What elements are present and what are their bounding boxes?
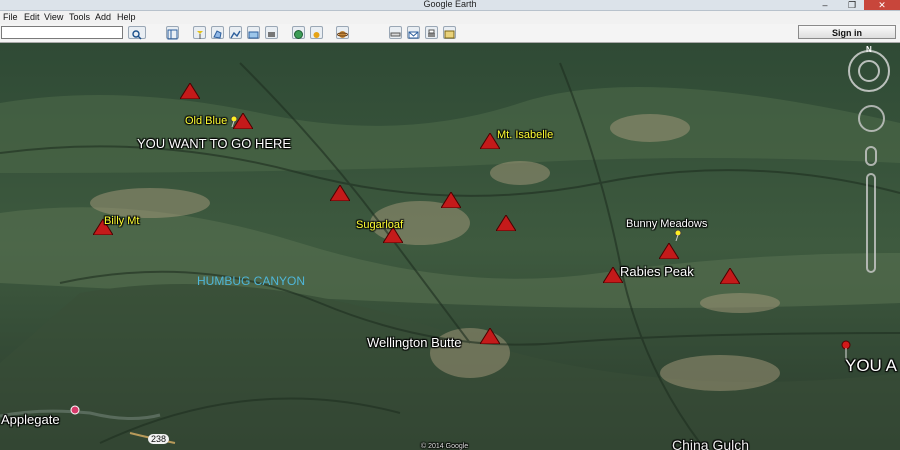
planet-icon[interactable] bbox=[336, 26, 349, 39]
menu-bar: File Edit View Tools Add Help bbox=[0, 11, 900, 24]
look-control[interactable] bbox=[858, 105, 885, 132]
placemark-icon[interactable] bbox=[193, 26, 206, 39]
historical-imagery-icon[interactable] bbox=[292, 26, 305, 39]
toolbar: Sign in bbox=[0, 24, 900, 43]
sidebar-toggle-icon[interactable] bbox=[166, 26, 179, 40]
label-mt-isabelle[interactable]: Mt. Isabelle bbox=[497, 129, 553, 141]
title-bar: Google Earth – ❐ ✕ bbox=[0, 0, 900, 11]
sunlight-icon[interactable] bbox=[310, 26, 323, 39]
print-icon[interactable] bbox=[425, 26, 438, 39]
path-icon[interactable] bbox=[229, 26, 242, 39]
label-humbug-canyon[interactable]: HUMBUG CANYON bbox=[197, 274, 305, 288]
label-bunny-meadows[interactable]: Bunny Meadows bbox=[626, 218, 707, 230]
street-view-pegman-icon[interactable] bbox=[865, 146, 877, 166]
zoom-slider[interactable] bbox=[866, 173, 876, 273]
menu-add[interactable]: Add bbox=[95, 11, 111, 24]
sign-in-button[interactable]: Sign in bbox=[798, 25, 896, 39]
menu-file[interactable]: File bbox=[3, 11, 18, 24]
maximize-button[interactable]: ❐ bbox=[839, 0, 865, 10]
close-button[interactable]: ✕ bbox=[864, 0, 900, 10]
label-billy-mt[interactable]: Billy Mt bbox=[104, 215, 139, 227]
record-tour-icon[interactable] bbox=[265, 26, 278, 39]
ruler-icon[interactable] bbox=[389, 26, 402, 39]
label-wellington-butte[interactable]: Wellington Butte bbox=[367, 335, 461, 350]
label-applegate[interactable]: Applegate bbox=[1, 412, 60, 427]
menu-edit[interactable]: Edit bbox=[24, 11, 40, 24]
save-image-icon[interactable] bbox=[443, 26, 456, 39]
menu-tools[interactable]: Tools bbox=[69, 11, 90, 24]
label-you-want-to-go-here[interactable]: YOU WANT TO GO HERE bbox=[137, 136, 291, 151]
polygon-icon[interactable] bbox=[211, 26, 224, 39]
image-overlay-icon[interactable] bbox=[247, 26, 260, 39]
label-rabies-peak[interactable]: Rabies Peak bbox=[620, 264, 694, 279]
terrain-imagery bbox=[0, 43, 900, 450]
email-icon[interactable] bbox=[407, 26, 420, 39]
label-sugarloaf[interactable]: Sugarloaf bbox=[356, 219, 403, 231]
map-view[interactable]: Old Blue YOU WANT TO GO HERE Mt. Isabell… bbox=[0, 43, 900, 450]
menu-view[interactable]: View bbox=[44, 11, 63, 24]
label-old-blue[interactable]: Old Blue bbox=[185, 115, 227, 127]
label-china-gulch[interactable]: China Gulch bbox=[672, 437, 749, 450]
search-icon[interactable] bbox=[128, 26, 146, 40]
highway-shield: 238 bbox=[148, 434, 170, 444]
minimize-button[interactable]: – bbox=[812, 0, 838, 10]
compass-control[interactable]: N bbox=[846, 45, 892, 94]
search-input[interactable] bbox=[1, 26, 123, 39]
label-you-a[interactable]: YOU A bbox=[845, 356, 897, 376]
window-title: Google Earth bbox=[423, 0, 477, 9]
menu-help[interactable]: Help bbox=[117, 11, 136, 24]
copyright-text: © 2014 Google bbox=[421, 443, 469, 450]
north-indicator: N bbox=[866, 45, 872, 54]
